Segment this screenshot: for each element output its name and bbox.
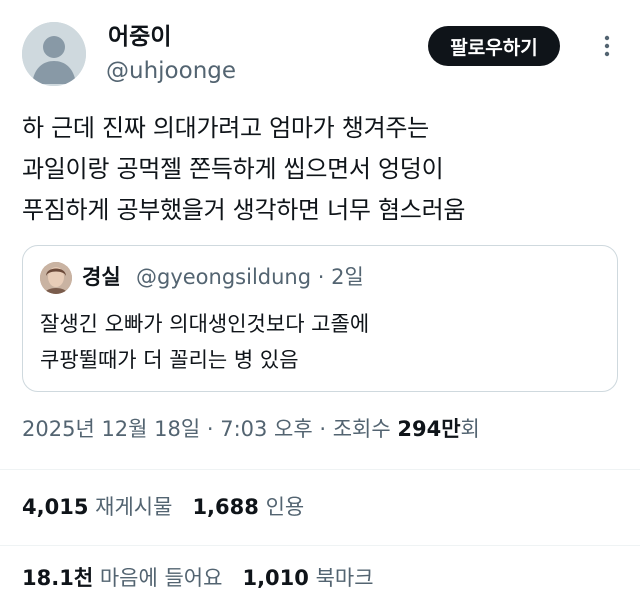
retweets-link[interactable]: 4,015 재게시물 xyxy=(22,495,172,519)
follow-button[interactable]: 팔로우하기 xyxy=(428,26,560,66)
likes-count: 18.1천 xyxy=(22,566,94,590)
bookmarks-count: 1,010 xyxy=(242,566,309,590)
default-avatar-icon xyxy=(22,22,86,86)
likes-label: 마음에 들어요 xyxy=(99,566,223,590)
quote-text-line: 쿠팡뛸때가 더 꼴리는 병 있음 xyxy=(40,348,299,372)
quote-text: 잘생긴 오빠가 의대생인것보다 고졸에 쿠팡뛸때가 더 꼴리는 병 있음 xyxy=(40,306,369,378)
tweet-timestamp-views: 2025년 12월 18일 · 7:03 오후 · 조회수 294만회 xyxy=(22,413,480,445)
profile-photo-icon xyxy=(40,262,72,294)
divider xyxy=(0,545,640,546)
retweets-label: 재게시물 xyxy=(95,495,173,519)
retweet-quote-stats: 4,015 재게시물 1,688 인용 xyxy=(22,491,304,523)
quote-author-avatar xyxy=(40,262,72,294)
retweets-count: 4,015 xyxy=(22,495,89,519)
author-handle[interactable]: @uhjoonge xyxy=(106,56,236,86)
timestamp[interactable]: 2025년 12월 18일 · 7:03 오후 · 조회수 xyxy=(22,417,391,441)
author-avatar[interactable] xyxy=(22,22,86,86)
bookmarks-link[interactable]: 1,010 북마크 xyxy=(242,566,373,590)
quotes-label: 인용 xyxy=(265,495,305,519)
vertical-dots-icon[interactable] xyxy=(598,33,616,59)
tweet-text-line: 과일이랑 공먹젤 쫀득하게 씹으면서 엉덩이 xyxy=(22,155,444,183)
tweet-text: 하 근데 진짜 의대가려고 엄마가 챙겨주는 과일이랑 공먹젤 쫀득하게 씹으면… xyxy=(22,108,622,231)
views-count: 294만 xyxy=(397,417,461,441)
quotes-link[interactable]: 1,688 인용 xyxy=(192,495,304,519)
divider xyxy=(0,469,640,470)
quote-text-line: 잘생긴 오빠가 의대생인것보다 고졸에 xyxy=(40,312,370,336)
tweet-text-line: 푸짐하게 공부했을거 생각하면 너무 혐스러움 xyxy=(22,196,466,224)
likes-bookmarks-stats: 18.1천 마음에 들어요 1,010 북마크 xyxy=(22,562,374,594)
quote-author-name: 경실 xyxy=(82,265,121,289)
tweet-text-line: 하 근데 진짜 의대가려고 엄마가 챙겨주는 xyxy=(22,114,429,142)
author-display-name[interactable]: 어중이 xyxy=(108,22,171,52)
views-suffix: 회 xyxy=(460,417,480,441)
bookmarks-label: 북마크 xyxy=(315,566,374,590)
likes-link[interactable]: 18.1천 마음에 들어요 xyxy=(22,566,222,590)
quote-author-handle-time: @gyeongsildung · 2일 xyxy=(136,265,364,289)
quotes-count: 1,688 xyxy=(192,495,259,519)
